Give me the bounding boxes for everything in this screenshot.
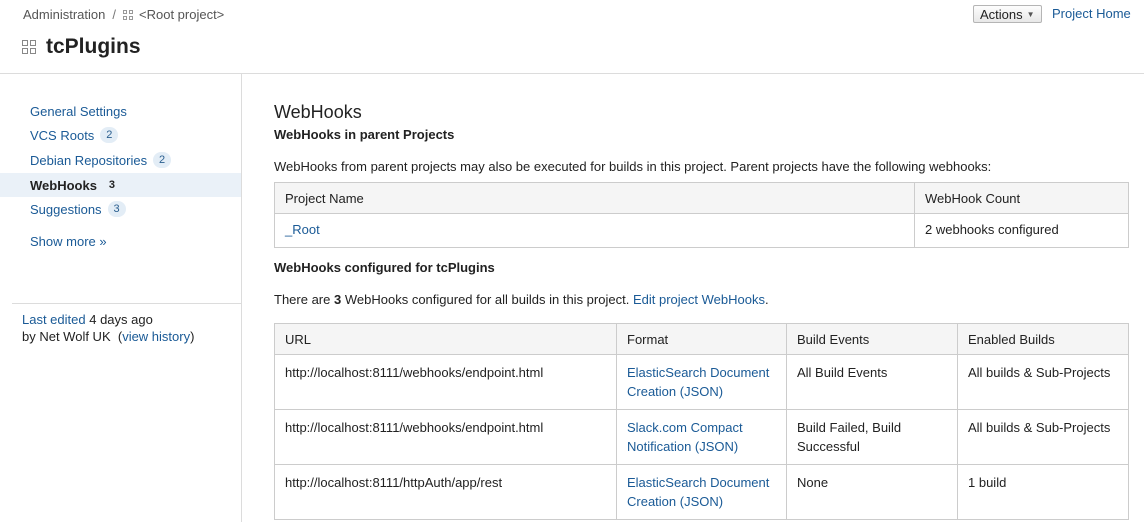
- enabled-builds-cell: 1 build: [957, 464, 1129, 520]
- show-more-link[interactable]: Show more »: [30, 234, 107, 249]
- table-row: http://localhost:8111/httpAuth/app/rest …: [274, 464, 1129, 520]
- sidebar-item-webhooks[interactable]: WebHooks 3: [0, 173, 241, 197]
- sidebar: General Settings VCS Roots 2 Debian Repo…: [0, 74, 242, 522]
- count-badge: 3: [107, 201, 126, 217]
- sidebar-item-label: General Settings: [30, 103, 127, 119]
- webhooks-table: URL Format Build Events Enabled Builds h…: [274, 323, 1129, 520]
- format-cell: ElasticSearch Document Creation (JSON): [616, 464, 787, 520]
- page-header: Administration / <Root project> tcPlugin…: [0, 0, 1144, 74]
- last-edited-when: 4 days ago: [89, 312, 153, 327]
- format-link[interactable]: Slack.com Compact Notification (JSON): [627, 420, 743, 454]
- project-name-cell: _Root: [274, 213, 915, 248]
- url-cell: http://localhost:8111/webhooks/endpoint.…: [274, 354, 617, 410]
- column-header-webhook-count: WebHook Count: [914, 182, 1129, 214]
- sidebar-item-suggestions[interactable]: Suggestions 3: [0, 197, 241, 221]
- url-cell: http://localhost:8111/webhooks/endpoint.…: [274, 409, 617, 465]
- edit-project-webhooks-link[interactable]: Edit project WebHooks: [633, 292, 765, 307]
- table-header-row: Project Name WebHook Count: [274, 182, 1129, 214]
- column-header-enabled-builds: Enabled Builds: [957, 323, 1129, 355]
- table-row: _Root 2 webhooks configured: [274, 213, 1129, 248]
- configured-text-post: WebHooks configured for all builds in th…: [344, 292, 630, 307]
- actions-label: Actions: [980, 6, 1023, 22]
- enabled-builds-cell: All builds & Sub-Projects: [957, 354, 1129, 410]
- breadcrumb-administration[interactable]: Administration: [23, 7, 105, 22]
- build-events-cell: All Build Events: [786, 354, 958, 410]
- configured-webhooks-heading: WebHooks configured for tcPlugins: [274, 260, 495, 275]
- format-link[interactable]: ElasticSearch Document Creation (JSON): [627, 365, 769, 399]
- column-header-project-name: Project Name: [274, 182, 915, 214]
- project-home-link[interactable]: Project Home: [1052, 6, 1131, 21]
- configured-count: 3: [334, 292, 342, 307]
- title-row: tcPlugins: [22, 35, 141, 59]
- table-row: http://localhost:8111/webhooks/endpoint.…: [274, 409, 1129, 465]
- count-badge: 2: [100, 127, 119, 143]
- build-events-cell: None: [786, 464, 958, 520]
- parent-webhooks-table: Project Name WebHook Count _Root 2 webho…: [274, 182, 1129, 248]
- format-link[interactable]: ElasticSearch Document Creation (JSON): [627, 475, 769, 509]
- count-badge: 2: [153, 152, 172, 168]
- build-events-cell: Build Failed, Build Successful: [786, 409, 958, 465]
- column-header-url: URL: [274, 323, 617, 355]
- last-edited-link[interactable]: Last edited: [22, 312, 86, 327]
- url-cell: http://localhost:8111/httpAuth/app/rest: [274, 464, 617, 520]
- sidebar-item-label: WebHooks: [30, 177, 97, 193]
- count-badge: 3: [108, 179, 115, 191]
- last-edited-info: Last edited 4 days ago by Net Wolf UK (v…: [22, 312, 195, 344]
- configured-text-pre: There are: [274, 292, 331, 307]
- project-grid-icon: [22, 40, 36, 54]
- project-link-root[interactable]: _Root: [285, 222, 320, 237]
- breadcrumb-root-project[interactable]: <Root project>: [139, 7, 224, 22]
- breadcrumb-separator: /: [112, 7, 116, 22]
- parent-webhooks-description: WebHooks from parent projects may also b…: [274, 159, 992, 174]
- actions-button[interactable]: Actions ▼: [973, 5, 1042, 23]
- view-history-link[interactable]: view history: [122, 329, 190, 344]
- table-row: http://localhost:8111/webhooks/endpoint.…: [274, 354, 1129, 410]
- sidebar-divider: [12, 303, 241, 304]
- format-cell: Slack.com Compact Notification (JSON): [616, 409, 787, 465]
- section-heading: WebHooks: [274, 102, 362, 122]
- edited-by-user: by Net Wolf UK: [22, 329, 111, 344]
- webhook-count-cell: 2 webhooks configured: [914, 213, 1129, 248]
- project-grid-icon: [123, 9, 133, 20]
- parent-webhooks-heading: WebHooks in parent Projects: [274, 127, 455, 142]
- page-title: tcPlugins: [46, 35, 141, 58]
- column-header-format: Format: [616, 323, 787, 355]
- table-header-row: URL Format Build Events Enabled Builds: [274, 323, 1129, 355]
- format-cell: ElasticSearch Document Creation (JSON): [616, 354, 787, 410]
- sidebar-item-debian-repositories[interactable]: Debian Repositories 2: [0, 148, 241, 172]
- column-header-build-events: Build Events: [786, 323, 958, 355]
- sidebar-item-general-settings[interactable]: General Settings: [0, 99, 241, 123]
- sidebar-item-label: VCS Roots: [30, 127, 95, 143]
- sidebar-item-label: Debian Repositories: [30, 152, 148, 168]
- breadcrumb: Administration / <Root project>: [23, 7, 224, 22]
- enabled-builds-cell: All builds & Sub-Projects: [957, 409, 1129, 465]
- configured-webhooks-description: There are 3 WebHooks configured for all …: [274, 292, 769, 307]
- sidebar-item-label: Suggestions: [30, 201, 102, 217]
- chevron-down-icon: ▼: [1026, 9, 1035, 19]
- sidebar-item-vcs-roots[interactable]: VCS Roots 2: [0, 123, 241, 147]
